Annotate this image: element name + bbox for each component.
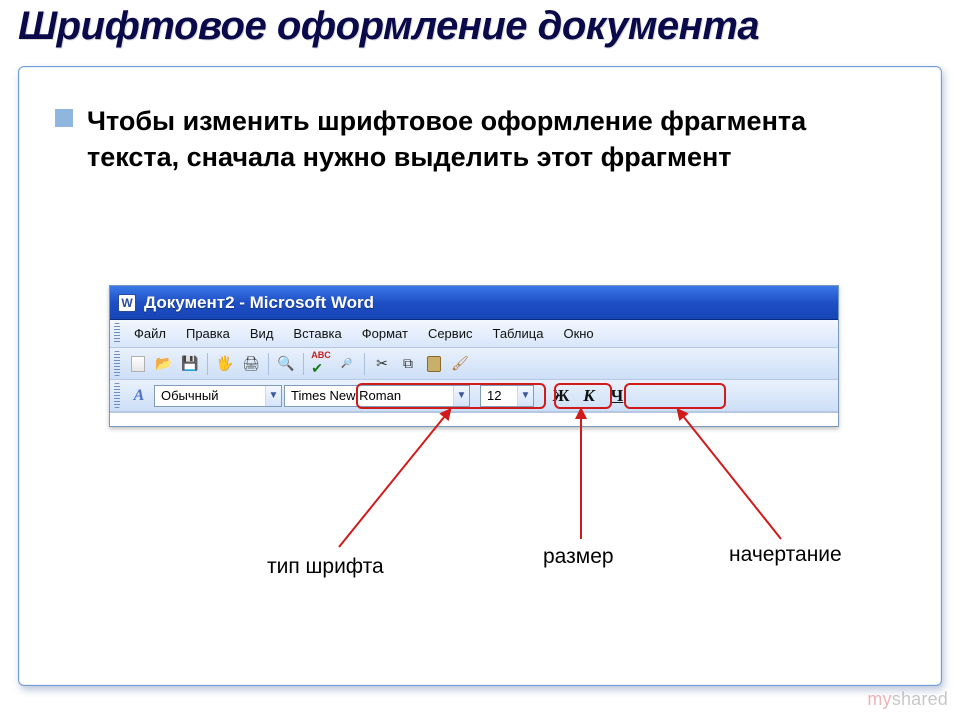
permissions-button[interactable]: 🖐 xyxy=(213,352,237,376)
italic-button[interactable]: К xyxy=(576,384,602,408)
menu-view[interactable]: Вид xyxy=(240,326,284,341)
annotation-style: начертание xyxy=(729,543,842,567)
menu-window[interactable]: Окно xyxy=(553,326,603,341)
word-titlebar: W Документ2 - Microsoft Word xyxy=(110,286,838,320)
bold-button[interactable]: Ж xyxy=(548,384,574,408)
bullet-row: Чтобы изменить шрифтовое оформление фраг… xyxy=(55,103,897,176)
copy-icon: ⧉ xyxy=(403,355,413,372)
save-button[interactable]: 💾 xyxy=(178,352,202,376)
page-magnifier-icon: 🔍 xyxy=(277,355,294,372)
printer-icon: 🖨 xyxy=(242,355,260,372)
print-preview-button[interactable]: 🔍 xyxy=(274,352,298,376)
menu-format[interactable]: Формат xyxy=(352,326,418,341)
research-icon: 🔎 xyxy=(341,358,352,369)
format-painter-button[interactable]: 🖌 xyxy=(448,352,472,376)
content-panel: Чтобы изменить шрифтовое оформление фраг… xyxy=(18,66,942,686)
new-doc-icon xyxy=(131,356,145,372)
font-name-combo[interactable]: Times New Roman ▼ xyxy=(284,385,470,407)
toolbar-grip-icon[interactable] xyxy=(114,323,120,344)
style-combo-value: Обычный xyxy=(161,388,218,403)
document-area-strip xyxy=(110,412,838,426)
menu-file[interactable]: Файл xyxy=(124,326,176,341)
underline-button[interactable]: Ч xyxy=(604,384,630,408)
word-app-icon: W xyxy=(118,294,136,312)
annotation-font-type: тип шрифта xyxy=(267,555,384,579)
toolbar-separator xyxy=(303,353,304,375)
spellcheck-abc-icon: ABC✔ xyxy=(311,351,331,377)
chevron-down-icon: ▼ xyxy=(453,386,469,406)
hand-icon: 🖐 xyxy=(216,355,233,372)
paste-button[interactable] xyxy=(422,352,446,376)
annotation-size: размер xyxy=(543,545,614,569)
slide-title: Шрифтовое оформление документа xyxy=(18,4,960,49)
font-combo-value: Times New Roman xyxy=(291,388,401,403)
word-window: W Документ2 - Microsoft Word Файл Правка… xyxy=(109,285,839,427)
font-size-combo[interactable]: 12 ▼ xyxy=(480,385,534,407)
styles-pane-button[interactable]: A xyxy=(126,387,152,405)
menu-edit[interactable]: Правка xyxy=(176,326,240,341)
spellcheck-button[interactable]: ABC✔ xyxy=(309,352,333,376)
chevron-down-icon: ▼ xyxy=(517,386,533,406)
chevron-down-icon: ▼ xyxy=(265,386,281,406)
paintbrush-icon: 🖌 xyxy=(451,355,469,372)
print-button[interactable]: 🖨 xyxy=(239,352,263,376)
toolbar-separator xyxy=(268,353,269,375)
word-standard-toolbar: 📂 💾 🖐 🖨 🔍 ABC✔ 🔎 ✂ ⧉ 🖌 xyxy=(110,348,838,380)
bullet-square-icon xyxy=(55,109,73,127)
save-disk-icon: 💾 xyxy=(181,355,198,372)
menu-insert[interactable]: Вставка xyxy=(283,326,351,341)
new-doc-button[interactable] xyxy=(126,352,150,376)
open-button[interactable]: 📂 xyxy=(152,352,176,376)
bullet-text: Чтобы изменить шрифтовое оформление фраг… xyxy=(87,103,897,176)
toolbar-separator xyxy=(207,353,208,375)
word-formatting-toolbar: A Обычный ▼ Times New Roman ▼ 12 ▼ Ж К Ч xyxy=(110,380,838,412)
size-combo-value: 12 xyxy=(487,388,501,403)
toolbar-grip-icon[interactable] xyxy=(114,383,120,408)
menu-table[interactable]: Таблица xyxy=(482,326,553,341)
clipboard-icon xyxy=(427,356,441,372)
open-folder-icon: 📂 xyxy=(155,355,172,372)
copy-button[interactable]: ⧉ xyxy=(396,352,420,376)
word-menubar: Файл Правка Вид Вставка Формат Сервис Та… xyxy=(110,320,838,348)
watermark: myshared xyxy=(867,689,948,710)
word-title: Документ2 - Microsoft Word xyxy=(144,293,374,313)
style-combo[interactable]: Обычный ▼ xyxy=(154,385,282,407)
toolbar-grip-icon[interactable] xyxy=(114,351,120,376)
toolbar-separator xyxy=(364,353,365,375)
scissors-icon: ✂ xyxy=(376,355,388,372)
research-button[interactable]: 🔎 xyxy=(335,352,359,376)
cut-button[interactable]: ✂ xyxy=(370,352,394,376)
menu-tools[interactable]: Сервис xyxy=(418,326,483,341)
